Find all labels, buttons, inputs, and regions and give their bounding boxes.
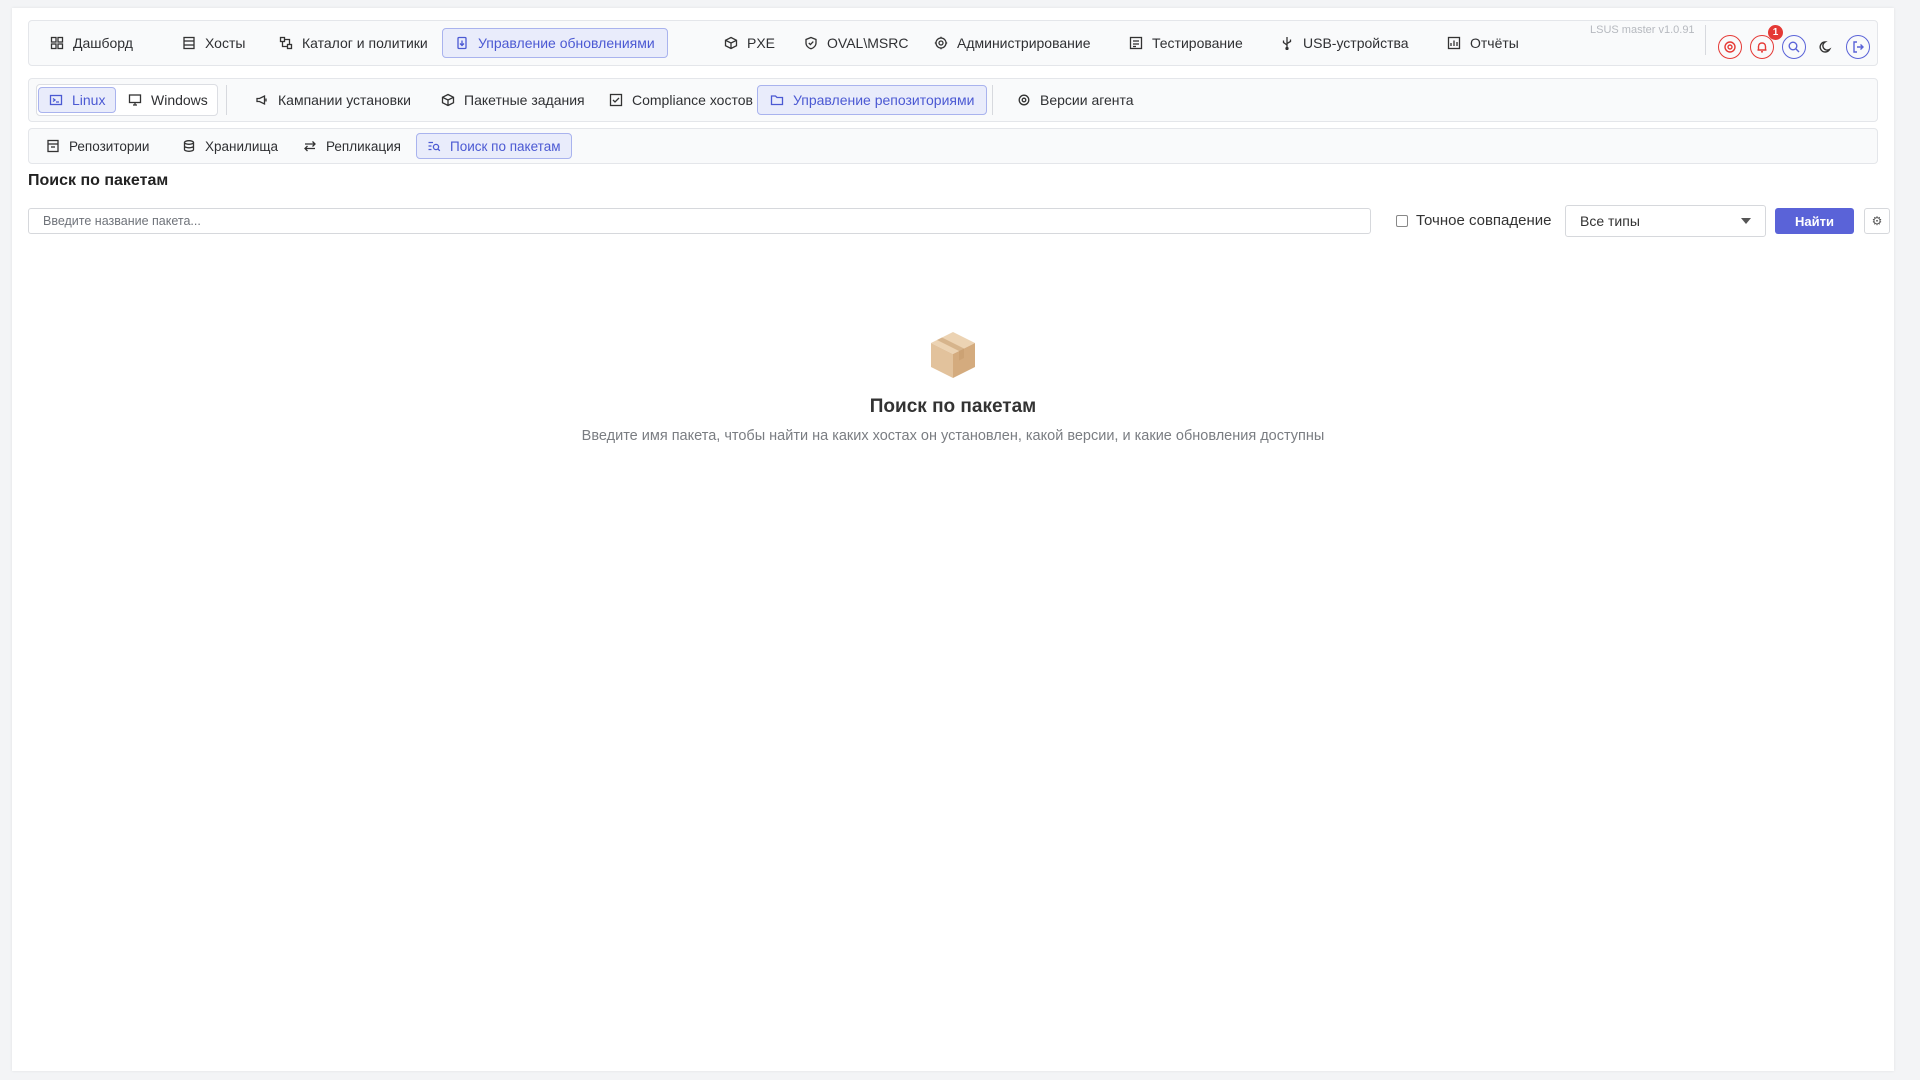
nav-item-update-management[interactable]: Управление обновлениями <box>442 28 668 58</box>
nav-item-oval-msrc[interactable]: OVAL\MSRC <box>791 28 921 58</box>
subnav-item-label: Управление репозиториями <box>793 92 975 108</box>
tab-replication[interactable]: Репликация <box>292 133 412 159</box>
nav-item-testing[interactable]: Тестирование <box>1116 28 1256 58</box>
dashboard-icon <box>50 36 64 50</box>
repository-icon <box>46 139 60 153</box>
gear-icon: ⚙ <box>1871 214 1883 228</box>
monitor-icon <box>128 93 142 107</box>
tab-label: Репозитории <box>69 138 150 154</box>
swap-icon <box>303 139 317 153</box>
nav-item-label: Хосты <box>205 35 246 51</box>
type-select[interactable]: Все типы <box>1565 205 1766 237</box>
server-icon <box>182 36 196 50</box>
lifebuoy-icon <box>1724 41 1736 53</box>
theme-toggle-button[interactable] <box>1814 35 1838 59</box>
search-toolbar: Точное совпадение Все типы Найти ⚙ <box>28 205 1890 238</box>
tab-package-search[interactable]: Поиск по пакетам <box>416 133 572 159</box>
subnav-item-label: Версии агента <box>1040 92 1134 108</box>
exact-match-label: Точное совпадение <box>1416 212 1552 229</box>
nav-item-label: Отчёты <box>1470 35 1519 51</box>
os-toggle-windows[interactable]: Windows <box>117 87 219 113</box>
tab-label: Репликация <box>326 138 401 154</box>
nav-item-catalog[interactable]: Каталог и политики <box>266 28 441 58</box>
version-label: LSUS master v1.0.91 <box>1590 24 1695 36</box>
tab-label: Хранилища <box>205 138 279 154</box>
subnav-item-host-compliance[interactable]: Compliance хостов <box>596 85 766 115</box>
empty-state-description: Введите имя пакета, чтобы найти на каких… <box>581 428 1325 444</box>
nav-item-pxe[interactable]: PXE <box>711 28 788 58</box>
agent-icon <box>1017 93 1031 107</box>
chevron-down-icon <box>1741 218 1751 224</box>
nav-item-label: Тестирование <box>1152 35 1243 51</box>
page-title: Поиск по пакетам <box>28 172 169 189</box>
os-toggle-linux[interactable]: Linux <box>38 87 117 113</box>
nav-item-label: Управление обновлениями <box>478 35 655 51</box>
search-settings-button[interactable]: ⚙ <box>1864 208 1890 234</box>
type-select-value: Все типы <box>1580 213 1640 229</box>
logout-button[interactable] <box>1846 35 1870 59</box>
package-box-icon <box>926 328 980 382</box>
nav-item-label: Администрирование <box>957 35 1091 51</box>
report-icon <box>1447 36 1461 50</box>
empty-state: Поиск по пакетам Введите имя пакета, что… <box>12 328 1894 444</box>
subnav-item-install-campaigns[interactable]: Кампании установки <box>242 85 424 115</box>
compliance-icon <box>609 93 623 107</box>
os-toggle-label: Linux <box>72 92 106 108</box>
os-toggle-label: Windows <box>151 92 208 108</box>
tab-label: Поиск по пакетам <box>450 138 561 154</box>
divider <box>226 85 227 115</box>
subnav-item-label: Кампании установки <box>278 92 411 108</box>
tertiary-nav: Репозитории Хранилища Репликация Поиск п… <box>28 128 1878 164</box>
tab-repositories[interactable]: Репозитории <box>35 133 160 159</box>
nav-item-dashboard[interactable]: Дашборд <box>37 28 146 58</box>
shield-icon <box>804 36 818 50</box>
database-icon <box>182 139 196 153</box>
usb-icon <box>1280 36 1294 50</box>
find-button[interactable]: Найти <box>1775 208 1854 234</box>
support-button[interactable] <box>1718 35 1742 59</box>
admin-icon <box>934 36 948 50</box>
nav-item-reports[interactable]: Отчёты <box>1434 28 1532 58</box>
nav-item-label: USB-устройства <box>1303 35 1409 51</box>
nav-item-label: OVAL\MSRC <box>827 35 909 51</box>
exact-match-option[interactable]: Точное совпадение <box>1396 212 1552 229</box>
nav-item-label: Каталог и политики <box>302 35 428 51</box>
cube-icon <box>441 93 455 107</box>
zoom-search-icon <box>1788 41 1800 53</box>
terminal-icon <box>49 93 63 107</box>
divider <box>1705 25 1706 55</box>
bell-icon <box>1757 42 1767 53</box>
nav-item-administration[interactable]: Администрирование <box>921 28 1104 58</box>
nav-item-hosts[interactable]: Хосты <box>169 28 258 58</box>
update-icon <box>455 36 469 50</box>
folder-icon <box>770 93 784 107</box>
exact-match-checkbox[interactable] <box>1396 214 1408 227</box>
tab-storages[interactable]: Хранилища <box>171 133 289 159</box>
nav-item-label: PXE <box>747 35 776 51</box>
subnav-item-label: Compliance хостов <box>632 92 753 108</box>
subnav-item-batch-jobs[interactable]: Пакетные задания <box>428 85 598 115</box>
empty-state-title: Поиск по пакетам <box>869 396 1037 417</box>
nav-item-label: Дашборд <box>73 35 133 51</box>
app-window: Дашборд Хосты Каталог и политики Управле… <box>12 8 1894 1071</box>
notification-badge: 1 <box>1768 25 1783 40</box>
hierarchy-icon <box>279 36 293 50</box>
moon-icon <box>1819 41 1832 53</box>
cube-icon <box>724 36 738 50</box>
search-list-icon <box>427 139 441 153</box>
sub-nav: Linux Windows Кампании установки Пакетны… <box>28 78 1878 122</box>
test-icon <box>1129 36 1143 50</box>
subnav-item-agent-versions[interactable]: Версии агента <box>1004 85 1147 115</box>
subnav-item-repository-management[interactable]: Управление репозиториями <box>757 85 988 115</box>
package-search-input[interactable] <box>28 208 1371 234</box>
nav-item-usb-devices[interactable]: USB-устройства <box>1267 28 1422 58</box>
subnav-item-label: Пакетные задания <box>464 92 585 108</box>
logout-icon <box>1853 41 1864 53</box>
global-search-button[interactable] <box>1782 35 1806 59</box>
divider <box>992 85 993 115</box>
megaphone-icon <box>255 93 269 107</box>
